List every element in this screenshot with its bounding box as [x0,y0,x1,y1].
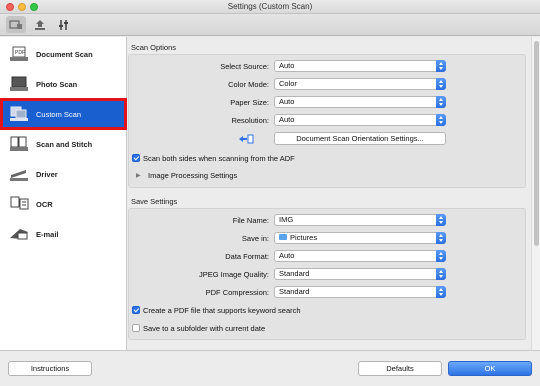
orientation-settings-button[interactable]: Document Scan Orientation Settings... [274,132,446,145]
sidebar-item-label: E-mail [36,229,59,239]
scan-options-title: Scan Options [131,43,177,52]
paper-size-value: Auto [279,97,295,106]
scrollbar-thumb[interactable] [534,41,539,246]
keyword-pdf-checkbox[interactable] [132,306,140,314]
chevron-updown-icon [436,250,446,262]
title-bar: Settings (Custom Scan) [0,0,540,14]
subfolder-label: Save to a subfolder with current date [143,324,266,333]
scan-both-sides-label: Scan both sides when scanning from the A… [143,154,295,163]
window-title: Settings (Custom Scan) [227,2,313,11]
sidebar-item-label: OCR [36,199,53,209]
sidebar-item-label: Driver [36,169,58,179]
ok-button[interactable]: OK [448,361,532,376]
ocr-icon [8,195,30,213]
document-scan-icon: PDF [8,45,30,63]
orientation-icon [237,133,255,147]
jpeg-quality-dropdown[interactable]: Standard [274,268,446,280]
defaults-button[interactable]: Defaults [358,361,442,376]
toolbar [0,14,540,36]
chevron-updown-icon [436,232,446,244]
select-source-dropdown[interactable]: Auto [274,60,446,72]
scan-both-sides-checkbox[interactable] [132,154,140,162]
image-processing-toggle[interactable]: Image Processing Settings [148,171,237,180]
sidebar-item-photo-scan[interactable]: Photo Scan [0,69,127,99]
instructions-button[interactable]: Instructions [8,361,92,376]
resolution-value: Auto [279,115,295,124]
folder-icon [279,234,287,240]
scanner-computer-icon [9,20,22,29]
data-format-label: Data Format: [225,252,269,261]
settings-main: Scan Options Select Source: Auto Color M… [128,37,530,350]
file-name-label: File Name: [232,216,269,225]
sidebar-item-document-scan[interactable]: PDF Document Scan [0,39,127,69]
pdf-compression-dropdown[interactable]: Standard [274,286,446,298]
chevron-updown-icon [436,286,446,298]
save-in-dropdown[interactable]: Pictures [274,232,446,244]
sidebar-item-label: Scan and Stitch [36,139,93,149]
file-name-value: IMG [279,215,294,224]
keyword-pdf-label: Create a PDF file that supports keyword … [143,306,301,315]
tools-icon [59,19,68,30]
sidebar-item-scan-and-stitch[interactable]: Scan and Stitch [0,129,127,159]
sidebar-item-ocr[interactable]: OCR [0,189,127,219]
chevron-updown-icon [436,268,446,280]
sidebar-item-label: Document Scan [36,49,93,59]
save-settings-title: Save Settings [131,197,178,206]
chevron-updown-icon [436,214,446,226]
sidebar: PDF Document Scan Photo Scan Custom Scan… [0,37,127,350]
file-name-combobox[interactable]: IMG [274,214,446,226]
svg-text:PDF: PDF [15,50,25,56]
jpeg-quality-value: Standard [279,269,310,278]
sidebar-item-driver[interactable]: Driver [0,159,127,189]
color-mode-dropdown[interactable]: Color [274,78,446,90]
pdf-compression-label: PDF Compression: [205,288,269,297]
paper-size-dropdown[interactable]: Auto [274,96,446,108]
pdf-compression-value: Standard [279,287,310,296]
select-source-label: Select Source: [220,62,269,71]
save-in-label: Save in: [241,234,269,243]
save-settings-panel: File Name: IMG Save in: Pictures Data Fo… [128,208,526,340]
save-in-value: Pictures [290,233,318,242]
disclosure-triangle-icon[interactable]: ▶ [136,172,141,179]
color-mode-value: Color [279,79,297,88]
custom-scan-icon [8,105,30,123]
photo-scan-icon [8,75,30,93]
resolution-label: Resolution: [231,116,269,125]
scan-stitch-icon [8,135,30,153]
chevron-updown-icon [436,78,446,90]
scan-from-computer-tab[interactable] [6,16,26,33]
general-settings-tab[interactable] [54,16,74,33]
footer: Instructions Defaults OK [0,350,540,386]
driver-icon [8,165,30,183]
color-mode-label: Color Mode: [228,80,269,89]
scrollbar[interactable] [531,37,540,350]
sidebar-item-custom-scan[interactable]: Custom Scan [0,98,127,130]
subfolder-checkbox[interactable] [132,324,140,332]
jpeg-quality-label: JPEG Image Quality: [198,270,269,279]
chevron-updown-icon [436,96,446,108]
paper-size-label: Paper Size: [230,98,269,107]
chevron-updown-icon [436,114,446,126]
email-icon [8,225,30,243]
chevron-updown-icon [436,60,446,72]
sidebar-item-label: Custom Scan [36,109,82,119]
sidebar-item-email[interactable]: E-mail [0,219,127,249]
scan-options-panel: Select Source: Auto Color Mode: Color Pa… [128,54,526,188]
select-source-value: Auto [279,61,295,70]
scanner-panel-icon [35,19,45,30]
scan-from-panel-tab[interactable] [30,16,50,33]
resolution-dropdown[interactable]: Auto [274,114,446,126]
data-format-dropdown[interactable]: Auto [274,250,446,262]
sidebar-item-label: Photo Scan [36,79,78,89]
data-format-value: Auto [279,251,295,260]
